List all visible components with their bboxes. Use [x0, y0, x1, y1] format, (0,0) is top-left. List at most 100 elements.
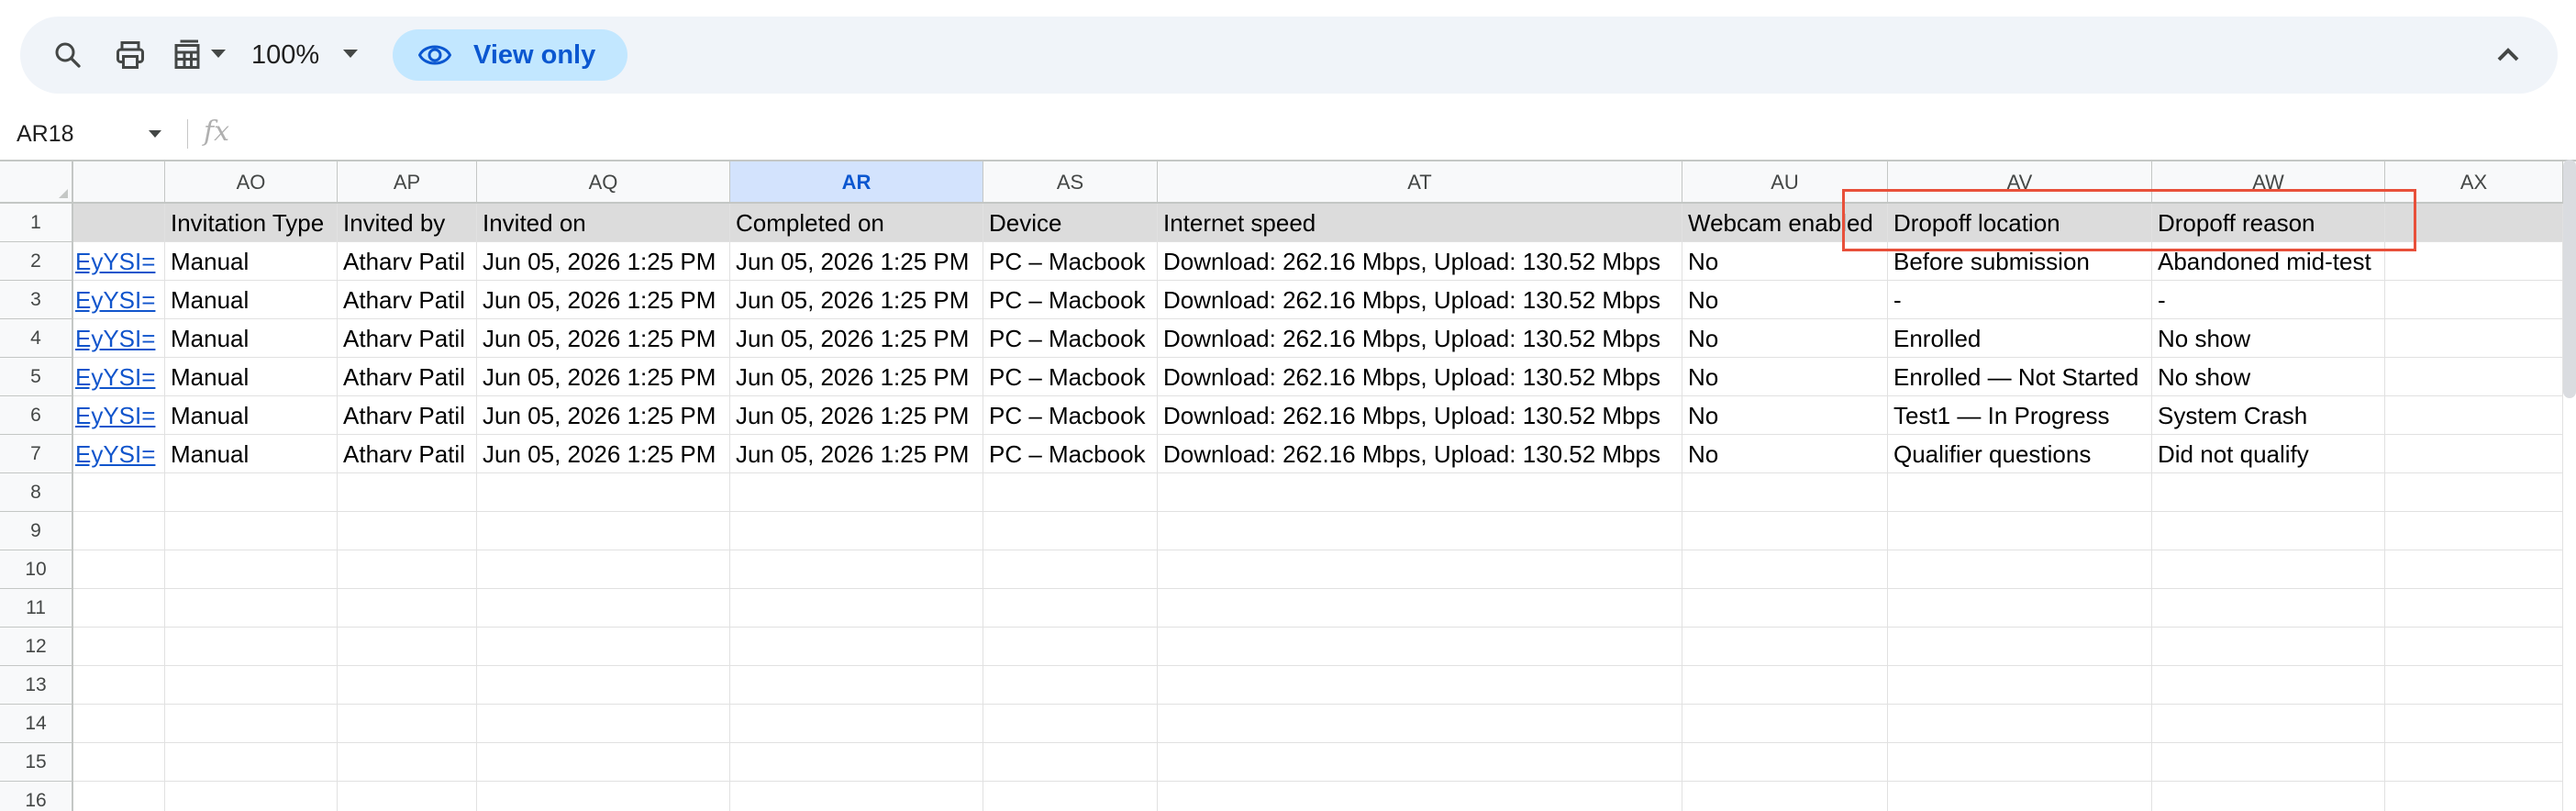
cell[interactable]: [165, 782, 338, 811]
row-header-4[interactable]: 4: [0, 319, 73, 358]
cell[interactable]: [165, 705, 338, 743]
cell[interactable]: [165, 550, 338, 589]
cell[interactable]: [1888, 550, 2152, 589]
cell[interactable]: Download: 262.16 Mbps, Upload: 130.52 Mb…: [1158, 396, 1682, 435]
cell[interactable]: Jun 05, 2026 1:25 PM: [477, 435, 730, 473]
cell[interactable]: [73, 550, 165, 589]
cell[interactable]: No: [1682, 435, 1888, 473]
search-icon[interactable]: [50, 37, 86, 73]
cell[interactable]: [477, 628, 730, 666]
cell[interactable]: [730, 589, 983, 628]
cell[interactable]: PC – Macbook: [983, 358, 1158, 396]
cell[interactable]: [1682, 512, 1888, 550]
link-cell[interactable]: EyYSI=: [73, 319, 165, 358]
cell[interactable]: Download: 262.16 Mbps, Upload: 130.52 Mb…: [1158, 435, 1682, 473]
cell[interactable]: Download: 262.16 Mbps, Upload: 130.52 Mb…: [1158, 281, 1682, 319]
cell[interactable]: [2152, 589, 2385, 628]
cell[interactable]: [477, 589, 730, 628]
cell[interactable]: [73, 782, 165, 811]
chevron-up-icon[interactable]: [2490, 37, 2526, 73]
cell[interactable]: Jun 05, 2026 1:25 PM: [730, 358, 983, 396]
cell[interactable]: Jun 05, 2026 1:25 PM: [730, 281, 983, 319]
header-cell[interactable]: Internet speed: [1158, 204, 1682, 242]
cell[interactable]: [2152, 512, 2385, 550]
cell[interactable]: [1682, 743, 1888, 782]
cell[interactable]: [73, 743, 165, 782]
row-header-10[interactable]: 10: [0, 550, 73, 589]
cell[interactable]: Jun 05, 2026 1:25 PM: [730, 319, 983, 358]
cell[interactable]: Jun 05, 2026 1:25 PM: [477, 396, 730, 435]
cell[interactable]: [2385, 628, 2563, 666]
column-header-aq[interactable]: AQ: [477, 160, 730, 204]
cell[interactable]: Manual: [165, 358, 338, 396]
cell[interactable]: [2385, 589, 2563, 628]
cell[interactable]: [477, 743, 730, 782]
cell[interactable]: [1158, 589, 1682, 628]
cell[interactable]: [477, 705, 730, 743]
cell[interactable]: [983, 473, 1158, 512]
cell[interactable]: [2385, 281, 2563, 319]
cell[interactable]: [2385, 435, 2563, 473]
cell[interactable]: Jun 05, 2026 1:25 PM: [477, 281, 730, 319]
cell[interactable]: Download: 262.16 Mbps, Upload: 130.52 Mb…: [1158, 358, 1682, 396]
cell[interactable]: PC – Macbook: [983, 435, 1158, 473]
cell[interactable]: [1682, 628, 1888, 666]
cell[interactable]: Jun 05, 2026 1:25 PM: [730, 396, 983, 435]
cell[interactable]: [1158, 666, 1682, 705]
cell[interactable]: Enrolled — Not Started: [1888, 358, 2152, 396]
link-cell[interactable]: EyYSI=: [73, 281, 165, 319]
cell[interactable]: [2152, 550, 2385, 589]
cell[interactable]: Jun 05, 2026 1:25 PM: [477, 319, 730, 358]
row-header-1[interactable]: 1: [0, 204, 73, 242]
column-header-au[interactable]: AU: [1682, 160, 1888, 204]
cell[interactable]: [730, 628, 983, 666]
cell[interactable]: [1888, 666, 2152, 705]
cell[interactable]: [73, 628, 165, 666]
cell[interactable]: Jun 05, 2026 1:25 PM: [477, 358, 730, 396]
cell[interactable]: [338, 550, 477, 589]
cell[interactable]: [1158, 743, 1682, 782]
cell[interactable]: Atharv Patil: [338, 281, 477, 319]
cell[interactable]: [477, 512, 730, 550]
cell[interactable]: [730, 473, 983, 512]
cell[interactable]: [338, 589, 477, 628]
cell[interactable]: [983, 666, 1158, 705]
row-header-5[interactable]: 5: [0, 358, 73, 396]
cell[interactable]: No show: [2152, 358, 2385, 396]
column-header-at[interactable]: AT: [1158, 160, 1682, 204]
link-cell[interactable]: EyYSI=: [73, 435, 165, 473]
cell[interactable]: [338, 705, 477, 743]
column-header-ax[interactable]: AX: [2385, 160, 2563, 204]
cell[interactable]: [477, 782, 730, 811]
cell[interactable]: [1158, 550, 1682, 589]
cell[interactable]: Jun 05, 2026 1:25 PM: [477, 242, 730, 281]
cell[interactable]: [1888, 743, 2152, 782]
cell[interactable]: [165, 512, 338, 550]
column-header-av[interactable]: AV: [1888, 160, 2152, 204]
cell[interactable]: [477, 550, 730, 589]
cell[interactable]: -: [2152, 281, 2385, 319]
link-cell[interactable]: EyYSI=: [73, 242, 165, 281]
format-table-icon[interactable]: [169, 37, 205, 73]
cell[interactable]: Atharv Patil: [338, 319, 477, 358]
cell[interactable]: PC – Macbook: [983, 396, 1158, 435]
cell[interactable]: Atharv Patil: [338, 358, 477, 396]
cell[interactable]: [73, 705, 165, 743]
formula-input[interactable]: [250, 108, 2543, 160]
cell[interactable]: [730, 550, 983, 589]
cell[interactable]: [1682, 782, 1888, 811]
zoom-level[interactable]: 100%: [251, 39, 319, 72]
cell[interactable]: No: [1682, 242, 1888, 281]
cell[interactable]: [983, 743, 1158, 782]
cell[interactable]: [2385, 705, 2563, 743]
cell[interactable]: [1158, 705, 1682, 743]
cell[interactable]: [1682, 550, 1888, 589]
cell[interactable]: Download: 262.16 Mbps, Upload: 130.52 Mb…: [1158, 319, 1682, 358]
link-cell[interactable]: EyYSI=: [73, 396, 165, 435]
vertical-scrollbar[interactable]: [2563, 160, 2576, 398]
row-header-15[interactable]: 15: [0, 743, 73, 782]
cell[interactable]: [983, 628, 1158, 666]
link-cell[interactable]: EyYSI=: [73, 358, 165, 396]
name-box-caret-icon[interactable]: [149, 130, 161, 138]
cell[interactable]: No: [1682, 396, 1888, 435]
